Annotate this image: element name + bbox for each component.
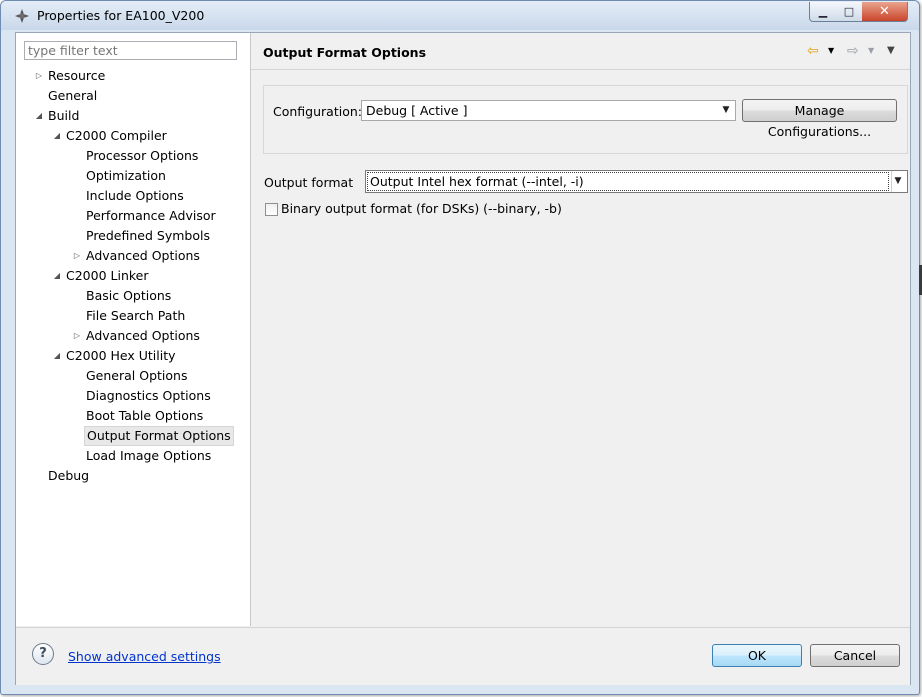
tree-item[interactable]: ▷ Advanced Options <box>16 246 250 266</box>
title-bar[interactable]: Properties for EA100_V200 ▁ □ ✕ <box>1 1 919 30</box>
back-arrow-icon[interactable]: ⇦ <box>807 43 819 59</box>
tree-item-label: Debug <box>48 468 90 483</box>
forward-arrow-icon[interactable]: ⇨ <box>847 43 859 59</box>
tree-item[interactable]: ▷ Resource <box>16 66 250 86</box>
page-navigation: ⇦ ▼ ⇨ ▼ ▼ <box>807 43 907 59</box>
tree-item-label: General <box>48 88 98 103</box>
tree-item[interactable]: ◢ C2000 Hex Utility <box>16 346 250 366</box>
collapsed-arrow-icon[interactable]: ▷ <box>72 246 82 266</box>
tree-item-label: Predefined Symbols <box>86 228 210 243</box>
page-header: Output Format Options ⇦ ▼ ⇨ ▼ ▼ <box>251 33 910 70</box>
dialog-footer: ? Show advanced settings OK Cancel <box>16 627 910 685</box>
tree-item[interactable]: Performance Advisor <box>16 206 250 226</box>
view-menu-icon[interactable]: ▼ <box>887 43 895 59</box>
back-dropdown-icon[interactable]: ▼ <box>828 43 834 59</box>
properties-tree: ▷ Resource General ◢ Build ◢ C2000 Compiler Pro… <box>16 66 250 486</box>
tree-item[interactable]: General <box>16 86 250 106</box>
forward-dropdown-icon[interactable]: ▼ <box>868 43 874 59</box>
tree-item[interactable]: Optimization <box>16 166 250 186</box>
expanded-arrow-icon[interactable]: ◢ <box>52 346 62 366</box>
app-icon <box>15 9 29 23</box>
collapsed-arrow-icon[interactable]: ▷ <box>34 66 44 86</box>
ok-button[interactable]: OK <box>712 644 802 667</box>
output-format-label: Output format <box>264 175 354 190</box>
tree-item[interactable]: Output Format Options <box>16 426 250 446</box>
tree-item[interactable]: ◢ C2000 Compiler <box>16 126 250 146</box>
chevron-down-icon: ▼ <box>891 171 904 192</box>
tree-item[interactable]: Boot Table Options <box>16 406 250 426</box>
configuration-group: Configuration: Debug [ Active ] ▼ Manage… <box>263 85 908 154</box>
tree-item-label: Resource <box>48 68 106 83</box>
manage-configurations-button[interactable]: Manage Configurations... <box>742 99 897 139</box>
show-advanced-settings-link[interactable]: Show advanced settings <box>68 649 221 664</box>
tree-item-label: Optimization <box>86 168 166 183</box>
properties-dialog: Properties for EA100_V200 ▁ □ ✕ ▷ Resourc… <box>0 0 920 695</box>
expanded-arrow-icon[interactable]: ◢ <box>52 266 62 286</box>
close-button[interactable]: ✕ <box>862 2 908 22</box>
tree-item[interactable]: Include Options <box>16 186 250 206</box>
configuration-select[interactable]: Debug [ Active ] ▼ <box>361 100 736 121</box>
tree-item-label: Basic Options <box>86 288 172 303</box>
configuration-label: Configuration: <box>273 104 362 119</box>
tree-item[interactable]: Debug <box>16 466 250 486</box>
tree-item-label: Output Format Options <box>84 426 234 446</box>
property-page: Output Format Options ⇦ ▼ ⇨ ▼ ▼ Configur… <box>251 33 910 626</box>
window-title: Properties for EA100_V200 <box>37 8 205 23</box>
output-format-value: Output Intel hex format (--intel, -i) <box>370 174 584 189</box>
tree-item-label: File Search Path <box>86 308 186 323</box>
tree-item[interactable]: ◢ C2000 Linker <box>16 266 250 286</box>
chevron-down-icon: ▼ <box>722 105 730 115</box>
tree-item-label: Boot Table Options <box>86 408 204 423</box>
minimize-button[interactable]: ▁ <box>809 2 837 22</box>
tree-item[interactable]: Predefined Symbols <box>16 226 250 246</box>
tree-item-label: General Options <box>86 368 188 383</box>
tree-item-label: Build <box>48 108 80 123</box>
collapsed-arrow-icon[interactable]: ▷ <box>72 326 82 346</box>
expanded-arrow-icon[interactable]: ◢ <box>52 126 62 146</box>
tree-item-label: C2000 Linker <box>66 268 149 283</box>
maximize-button[interactable]: □ <box>836 2 863 22</box>
tree-item-label: C2000 Hex Utility <box>66 348 176 363</box>
tree-item-label: Performance Advisor <box>86 208 216 223</box>
tree-item[interactable]: File Search Path <box>16 306 250 326</box>
tree-item[interactable]: General Options <box>16 366 250 386</box>
tree-item-label: Diagnostics Options <box>86 388 211 403</box>
tree-item[interactable]: Load Image Options <box>16 446 250 466</box>
tree-item[interactable]: Diagnostics Options <box>16 386 250 406</box>
tree-item-label: Advanced Options <box>86 328 200 343</box>
tree-item-label: Load Image Options <box>86 448 212 463</box>
tree-item[interactable]: Processor Options <box>16 146 250 166</box>
tree-item[interactable]: ▷ Advanced Options <box>16 326 250 346</box>
expanded-arrow-icon[interactable]: ◢ <box>34 106 44 126</box>
tree-item-label: Processor Options <box>86 148 199 163</box>
help-icon[interactable]: ? <box>32 643 54 665</box>
tree-item[interactable]: ◢ Build <box>16 106 250 126</box>
binary-output-checkbox[interactable] <box>265 203 278 216</box>
configuration-value: Debug [ Active ] <box>366 103 468 118</box>
filter-input[interactable] <box>24 41 237 60</box>
tree-item-label: Advanced Options <box>86 248 200 263</box>
binary-output-label: Binary output format (for DSKs) (--binar… <box>281 201 562 216</box>
tree-item-label: C2000 Compiler <box>66 128 167 143</box>
navigation-pane: ▷ Resource General ◢ Build ◢ C2000 Compiler Pro… <box>16 33 251 626</box>
page-title: Output Format Options <box>263 45 427 60</box>
output-format-select[interactable]: Output Intel hex format (--intel, -i) ▼ <box>365 170 908 193</box>
dialog-client-area: ▷ Resource General ◢ Build ◢ C2000 Compiler Pro… <box>15 32 911 685</box>
tree-item[interactable]: Basic Options <box>16 286 250 306</box>
tree-item-label: Include Options <box>86 188 184 203</box>
cancel-button[interactable]: Cancel <box>810 644 900 667</box>
